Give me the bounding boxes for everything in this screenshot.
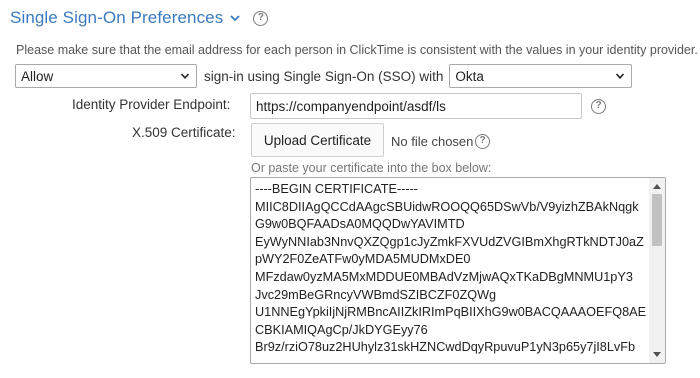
certificate-help-icon[interactable]: ?: [475, 134, 490, 149]
certificate-line: Jvc29mBeGRncyVWBmdSZIBCZF0ZQWg: [255, 287, 497, 302]
scroll-down-icon[interactable]: [652, 351, 662, 359]
certificate-line: U1NNEgYpkiIjNjRMBncAIIZkIRImPqBIIXhG9w0B…: [255, 305, 647, 320]
certificate-label: X.509 Certificate:: [132, 125, 236, 140]
sso-mode-select[interactable]: Allow: [15, 64, 197, 88]
identity-provider-select[interactable]: Okta: [449, 64, 633, 88]
notice-text: Please make sure that the email address …: [16, 43, 698, 57]
certificate-line: MFzdaw0yzMA5MxMDDUE0MBAdVzMjwAQxTKaDBgMN…: [255, 269, 633, 284]
sso-connector-text: sign-in using Single Sign-On (SSO) with: [204, 68, 444, 84]
endpoint-help-icon[interactable]: ?: [591, 99, 606, 114]
paste-certificate-label: Or paste your certificate into the box b…: [251, 161, 492, 175]
certificate-line: MIIC8DIIAgQCCdAAgcSBUidwROOQQ65DSwVb/V9y…: [255, 199, 639, 214]
sso-mode-row: Allow sign-in using Single Sign-On (SSO)…: [15, 64, 633, 88]
identity-provider-value: Okta: [455, 68, 484, 84]
scrollbar-thumb[interactable]: [652, 194, 662, 246]
section-header: Single Sign-On Preferences ?: [10, 8, 269, 28]
certificate-text: ----BEGIN CERTIFICATE----- MIIC8DIIAgQCC…: [255, 181, 647, 357]
certificate-line: pWY2F0ZeATFw0yMDA5MUDMxDE0: [255, 252, 471, 267]
chevron-down-icon: [180, 73, 190, 79]
upload-certificate-button[interactable]: Upload Certificate: [251, 123, 384, 157]
help-icon[interactable]: ?: [253, 10, 269, 26]
certificate-line: ----BEGIN CERTIFICATE-----: [255, 182, 419, 196]
chevron-down-icon[interactable]: [229, 12, 241, 24]
scroll-up-icon[interactable]: [652, 182, 662, 190]
certificate-line: CBKIAMIQAgCp/JkDYGEyy76: [255, 322, 428, 337]
certificate-line: Br9z/rziO78uz2HUhylz31skHZNCwdDqyRpuvuP1…: [255, 340, 636, 355]
sso-mode-value: Allow: [21, 68, 54, 84]
vertical-scrollbar[interactable]: [649, 178, 665, 363]
page-title[interactable]: Single Sign-On Preferences: [10, 8, 223, 28]
endpoint-input[interactable]: https://companyendpoint/asdf/ls: [250, 93, 582, 119]
chevron-down-icon: [616, 73, 625, 79]
certificate-line: G9w0BQFAADsA0MQQDwYAVIMTD: [255, 217, 465, 232]
endpoint-label: Identity Provider Endpoint:: [72, 97, 231, 112]
certificate-line: EyWyNNIab3NnvQXZQgp1cJyZmkFXVUdZVGIBmXhg…: [255, 234, 644, 249]
no-file-chosen-text: No file chosen: [391, 134, 474, 149]
certificate-textarea[interactable]: ----BEGIN CERTIFICATE----- MIIC8DIIAgQCC…: [250, 177, 666, 364]
